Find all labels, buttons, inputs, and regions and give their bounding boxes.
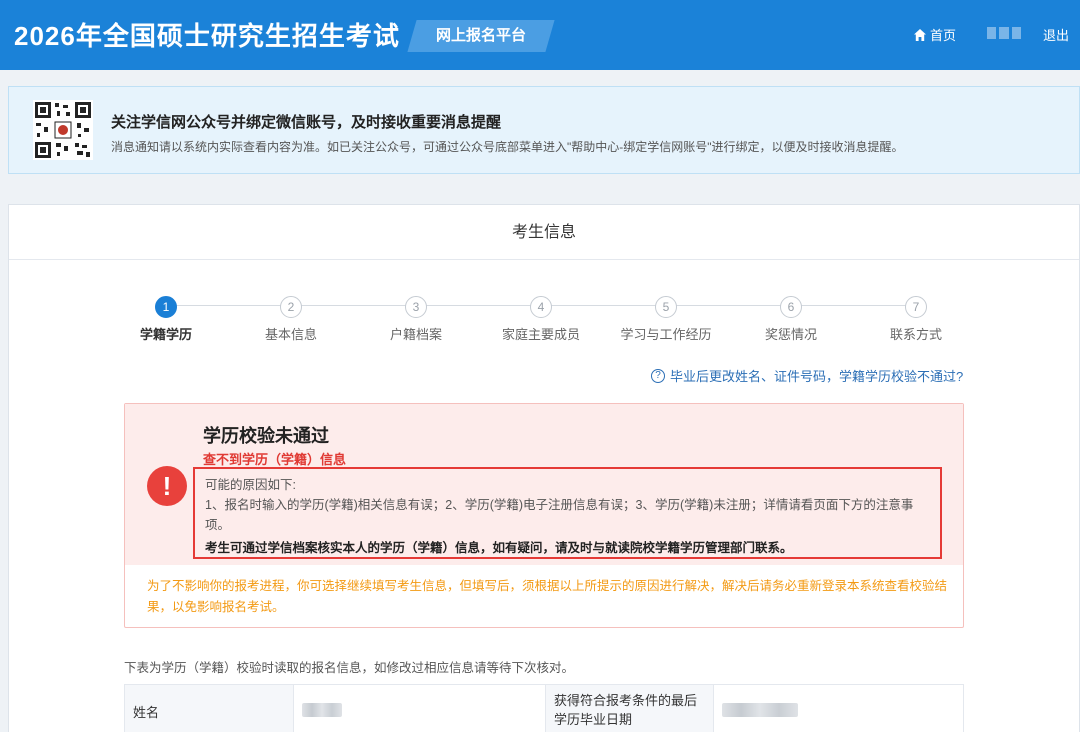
step-4-family-members[interactable]: 4 家庭主要成员: [486, 296, 596, 343]
graduation-date-label: 获得符合报考条件的最后 学历毕业日期: [545, 685, 713, 732]
reason-tip: 考生可通过学信档案核实本人的学历（学籍）信息，如有疑问，请及时与就读院校学籍学历…: [205, 541, 793, 555]
name-label: 姓名: [125, 685, 293, 732]
reason-text-line-1: 1、报名时输入的学历(学籍)相关信息有误；2、学历(学籍)电子注册信息有误；3、…: [205, 498, 914, 512]
error-icon: !: [147, 466, 187, 506]
logout-link[interactable]: 退出: [1043, 25, 1069, 44]
step-number: 6: [780, 296, 802, 318]
reason-text-line-2: 项。: [205, 518, 231, 532]
card-title: 考生信息: [9, 205, 1079, 260]
alert-warning-text: 为了不影响你的报考进程，你可选择继续填写考生信息，但填写后，须根据以上所提示的原…: [147, 579, 948, 614]
graduation-date-label-line-1: 获得符合报考条件的最后: [554, 693, 698, 708]
reason-box: 可能的原因如下: 1、报名时输入的学历(学籍)相关信息有误；2、学历(学籍)电子…: [193, 467, 942, 559]
step-label: 学习与工作经历: [620, 327, 712, 342]
qr-code-icon: [33, 100, 93, 160]
alert-header-area: ! 学历校验未通过 查不到学历（学籍）信息 可能的原因如下: 1、报名时输入的学…: [125, 404, 963, 565]
step-label: 学籍学历: [139, 327, 192, 342]
step-label: 户籍档案: [389, 327, 442, 342]
platform-tag: 网上报名平台: [407, 20, 555, 52]
step-label: 奖惩情况: [764, 327, 817, 342]
step-label: 家庭主要成员: [501, 327, 580, 342]
alert-subtitle: 查不到学历（学籍）信息: [203, 452, 347, 467]
step-6-rewards-punishments[interactable]: 6 奖惩情况: [736, 296, 846, 343]
registration-info-table: 姓名 获得符合报考条件的最后 学历毕业日期: [124, 684, 964, 732]
step-label: 联系方式: [889, 327, 942, 342]
step-number: 5: [655, 296, 677, 318]
home-icon: [913, 28, 927, 42]
wechat-notice-banner: 关注学信网公众号并绑定微信账号，及时接收重要消息提醒 消息通知请以系统内实际查看…: [8, 86, 1080, 174]
step-number: 1: [155, 296, 177, 318]
top-header: 2026年全国硕士研究生招生考试 网上报名平台 首页 退出: [0, 0, 1080, 70]
alert-title: 学历校验未通过: [203, 426, 329, 446]
platform-tag-label: 网上报名平台: [435, 27, 526, 44]
user-name-redacted: [987, 27, 1021, 39]
step-3-household-records[interactable]: 3 户籍档案: [361, 296, 471, 343]
graduation-date-label-line-2: 学历毕业日期: [554, 712, 633, 727]
step-1-education[interactable]: 1 学籍学历: [111, 296, 221, 343]
site-title: 2026年全国硕士研究生招生考试: [14, 21, 400, 51]
name-value-redacted: [293, 685, 545, 732]
home-link[interactable]: 首页: [913, 25, 956, 44]
step-label: 基本信息: [264, 327, 317, 342]
step-7-contact[interactable]: 7 联系方式: [861, 296, 971, 343]
step-number: 7: [905, 296, 927, 318]
graduation-date-value-redacted: [713, 685, 963, 732]
question-icon: ?: [651, 368, 665, 383]
table-note: 下表为学历（学籍）校验时读取的报名信息，如修改过相应信息请等待下次核对。: [124, 661, 575, 675]
home-label: 首页: [930, 28, 957, 43]
verification-failed-alert: ! 学历校验未通过 查不到学历（学籍）信息 可能的原因如下: 1、报名时输入的学…: [124, 403, 964, 628]
step-number: 4: [530, 296, 552, 318]
step-number: 3: [405, 296, 427, 318]
reason-heading: 可能的原因如下:: [205, 478, 296, 492]
step-2-basic-info[interactable]: 2 基本信息: [236, 296, 346, 343]
notice-description: 消息通知请以系统内实际查看内容为准。如已关注公众号，可通过公众号底部菜单进入"帮…: [111, 140, 904, 154]
step-number: 2: [280, 296, 302, 318]
step-5-study-work-history[interactable]: 5 学习与工作经历: [611, 296, 721, 343]
help-link[interactable]: ? 毕业后更改姓名、证件号码，学籍学历校验不通过?: [651, 366, 963, 385]
help-link-label: 毕业后更改姓名、证件号码，学籍学历校验不通过?: [670, 369, 964, 384]
notice-title: 关注学信网公众号并绑定微信账号，及时接收重要消息提醒: [111, 114, 502, 131]
